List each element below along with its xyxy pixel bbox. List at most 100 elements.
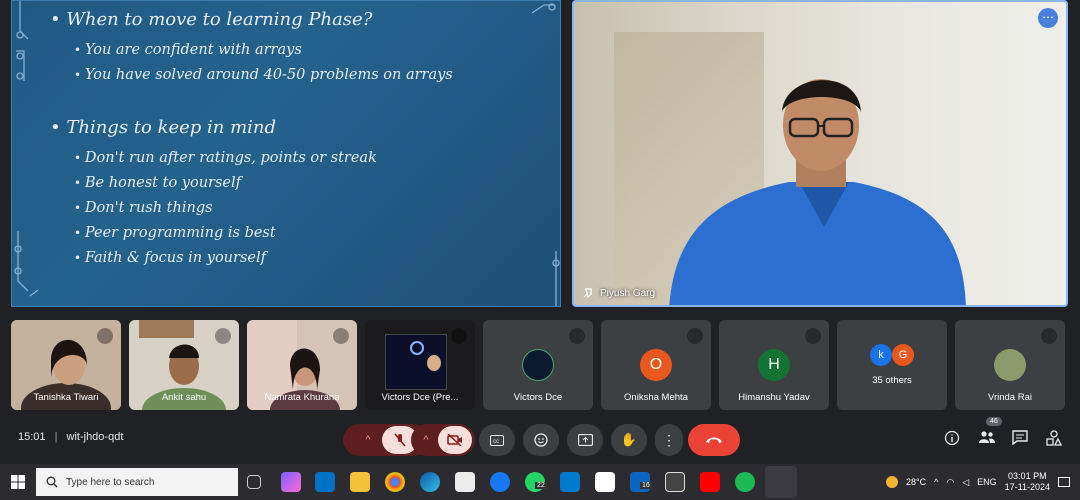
camera-control[interactable]: ^ <box>411 424 475 456</box>
mic-off-icon <box>451 328 467 344</box>
activities-button[interactable] <box>1046 430 1063 451</box>
slide-bullet: Don't run after ratings, points or strea… <box>74 146 377 171</box>
participant-avatar-logo <box>522 349 554 381</box>
meeting-info: 15:01 | wit-jhdo-qdt <box>18 431 124 443</box>
active-speaker-tile[interactable]: ⋯ Piyush Garg <box>572 0 1068 307</box>
system-tray: 28°C ^ ◠ ◁ ENG 03:01 PM 17-11-2024 <box>885 464 1070 500</box>
wifi-icon[interactable]: ◠ <box>946 477 954 488</box>
more-options-icon[interactable]: ⋯ <box>1038 8 1058 28</box>
taskbar-search-box[interactable]: Type here to search <box>36 468 238 496</box>
participant-name: Oniksha Mehta <box>624 392 688 403</box>
emoji-icon <box>534 433 548 447</box>
others-tile[interactable]: k G 35 others <box>837 320 947 410</box>
active-chrome-icon[interactable] <box>765 466 797 498</box>
chat-icon <box>1012 430 1028 446</box>
participant-avatar: k <box>870 344 892 366</box>
meeting-details-button[interactable] <box>944 430 960 451</box>
screen-share-thumbnail <box>385 334 447 390</box>
whatsapp-icon[interactable]: 22 <box>525 472 547 492</box>
people-icon <box>979 431 995 443</box>
search-icon <box>46 476 58 488</box>
participant-tile[interactable]: Victors Dce <box>483 320 593 410</box>
youtube-icon[interactable] <box>700 472 720 492</box>
participant-name: Vrinda Rai <box>987 392 1032 403</box>
camera-off-icon <box>447 434 462 446</box>
participant-name: Tanishka Tiwari <box>33 392 99 403</box>
presentation-slide: When to move to learning Phase? You are … <box>11 0 561 307</box>
facebook-icon[interactable] <box>490 472 510 492</box>
file-explorer-icon[interactable] <box>350 472 370 492</box>
speaker-name-label: Piyush Garg <box>582 287 655 299</box>
weather-temp[interactable]: 28°C <box>906 477 926 487</box>
present-button[interactable] <box>567 424 603 456</box>
gmail-icon[interactable] <box>595 472 615 492</box>
participant-name: Ankit sahu <box>161 392 207 403</box>
windows-start-icon[interactable] <box>11 475 25 489</box>
participant-tile[interactable]: Vrinda Rai <box>955 320 1065 410</box>
slide-bullet: You have solved around 40-50 problems on… <box>74 63 453 88</box>
more-vert-icon: ⋮ <box>662 431 676 448</box>
slide-bullet: Don't rush things <box>74 196 377 221</box>
task-view-icon[interactable] <box>247 475 261 489</box>
present-screen-icon <box>577 434 593 446</box>
volume-icon[interactable]: ◁ <box>962 477 969 488</box>
meeting-code: wit-jhdo-qdt <box>66 431 124 443</box>
speaker-name: Piyush Garg <box>600 287 656 299</box>
end-call-icon <box>706 437 722 443</box>
mic-options-chevron-icon[interactable]: ^ <box>354 434 382 446</box>
captions-button[interactable]: cc <box>479 424 515 456</box>
participant-tile[interactable]: Victors Dce (Pre... <box>365 320 475 410</box>
mic-off-icon <box>394 433 406 447</box>
captions-icon: cc <box>490 434 504 446</box>
people-button[interactable]: 46 <box>978 417 1002 450</box>
copilot-icon[interactable] <box>281 472 301 492</box>
language-indicator[interactable]: ENG <box>977 477 997 487</box>
participant-name: Himanshu Yadav <box>738 392 810 403</box>
spotify-icon[interactable] <box>735 472 755 492</box>
notifications-icon[interactable] <box>1058 477 1070 487</box>
chrome-icon[interactable] <box>385 472 405 492</box>
edge-icon[interactable] <box>420 472 440 492</box>
people-count-badge: 46 <box>986 417 1002 426</box>
mic-off-icon <box>569 328 585 344</box>
leave-call-button[interactable] <box>688 424 740 456</box>
more-options-button[interactable]: ⋮ <box>655 424 683 456</box>
linkedin-badge: 16 <box>640 482 652 489</box>
participant-tile[interactable]: O Oniksha Mehta <box>601 320 711 410</box>
clock-time: 03:01 PM <box>1008 471 1047 481</box>
pin-icon[interactable] <box>582 287 594 299</box>
terminal-icon[interactable] <box>665 472 685 492</box>
mic-off-icon <box>215 328 231 344</box>
chevron-up-icon[interactable]: ^ <box>934 477 938 487</box>
linkedin-icon[interactable]: 16 <box>630 472 652 492</box>
mic-off-icon <box>97 328 113 344</box>
clock[interactable]: 03:01 PM 17-11-2024 <box>1005 471 1050 493</box>
slide-heading-1: When to move to learning Phase? <box>50 9 453 30</box>
outlook-icon[interactable] <box>315 472 335 492</box>
windows-taskbar: Type here to search 22 16 28°C ^ ◠ ◁ ENG <box>0 464 1080 500</box>
hand-icon: ✋ <box>620 432 638 447</box>
vscode-icon[interactable] <box>560 472 580 492</box>
others-count: 35 others <box>872 375 912 386</box>
weather-icon <box>885 476 898 488</box>
clock-date: 17-11-2024 <box>1004 482 1050 492</box>
store-icon[interactable] <box>455 472 475 492</box>
raise-hand-button[interactable]: ✋ <box>611 424 647 456</box>
search-placeholder: Type here to search <box>66 476 155 488</box>
camera-options-chevron-icon[interactable]: ^ <box>414 434 438 446</box>
slide-section-1: When to move to learning Phase? You are … <box>50 9 453 88</box>
participant-avatar-photo <box>994 349 1026 381</box>
participant-tile[interactable]: Tanishka Tiwari <box>11 320 121 410</box>
participant-tile[interactable]: Ankit sahu <box>129 320 239 410</box>
participant-tile[interactable]: Namrata Khurana <box>247 320 357 410</box>
meeting-time: 15:01 <box>18 431 46 443</box>
participant-tile[interactable]: H Himanshu Yadav <box>719 320 829 410</box>
slide-bullet: You are confident with arrays <box>74 38 453 63</box>
camera-off-button[interactable] <box>438 426 472 454</box>
slide-section-2: Things to keep in mind Don't run after r… <box>50 117 377 271</box>
participant-avatar: H <box>758 349 790 381</box>
participant-avatar: G <box>892 344 914 366</box>
reactions-button[interactable] <box>523 424 559 456</box>
chat-button[interactable] <box>1012 430 1028 450</box>
participant-name: Victors Dce <box>513 392 563 403</box>
